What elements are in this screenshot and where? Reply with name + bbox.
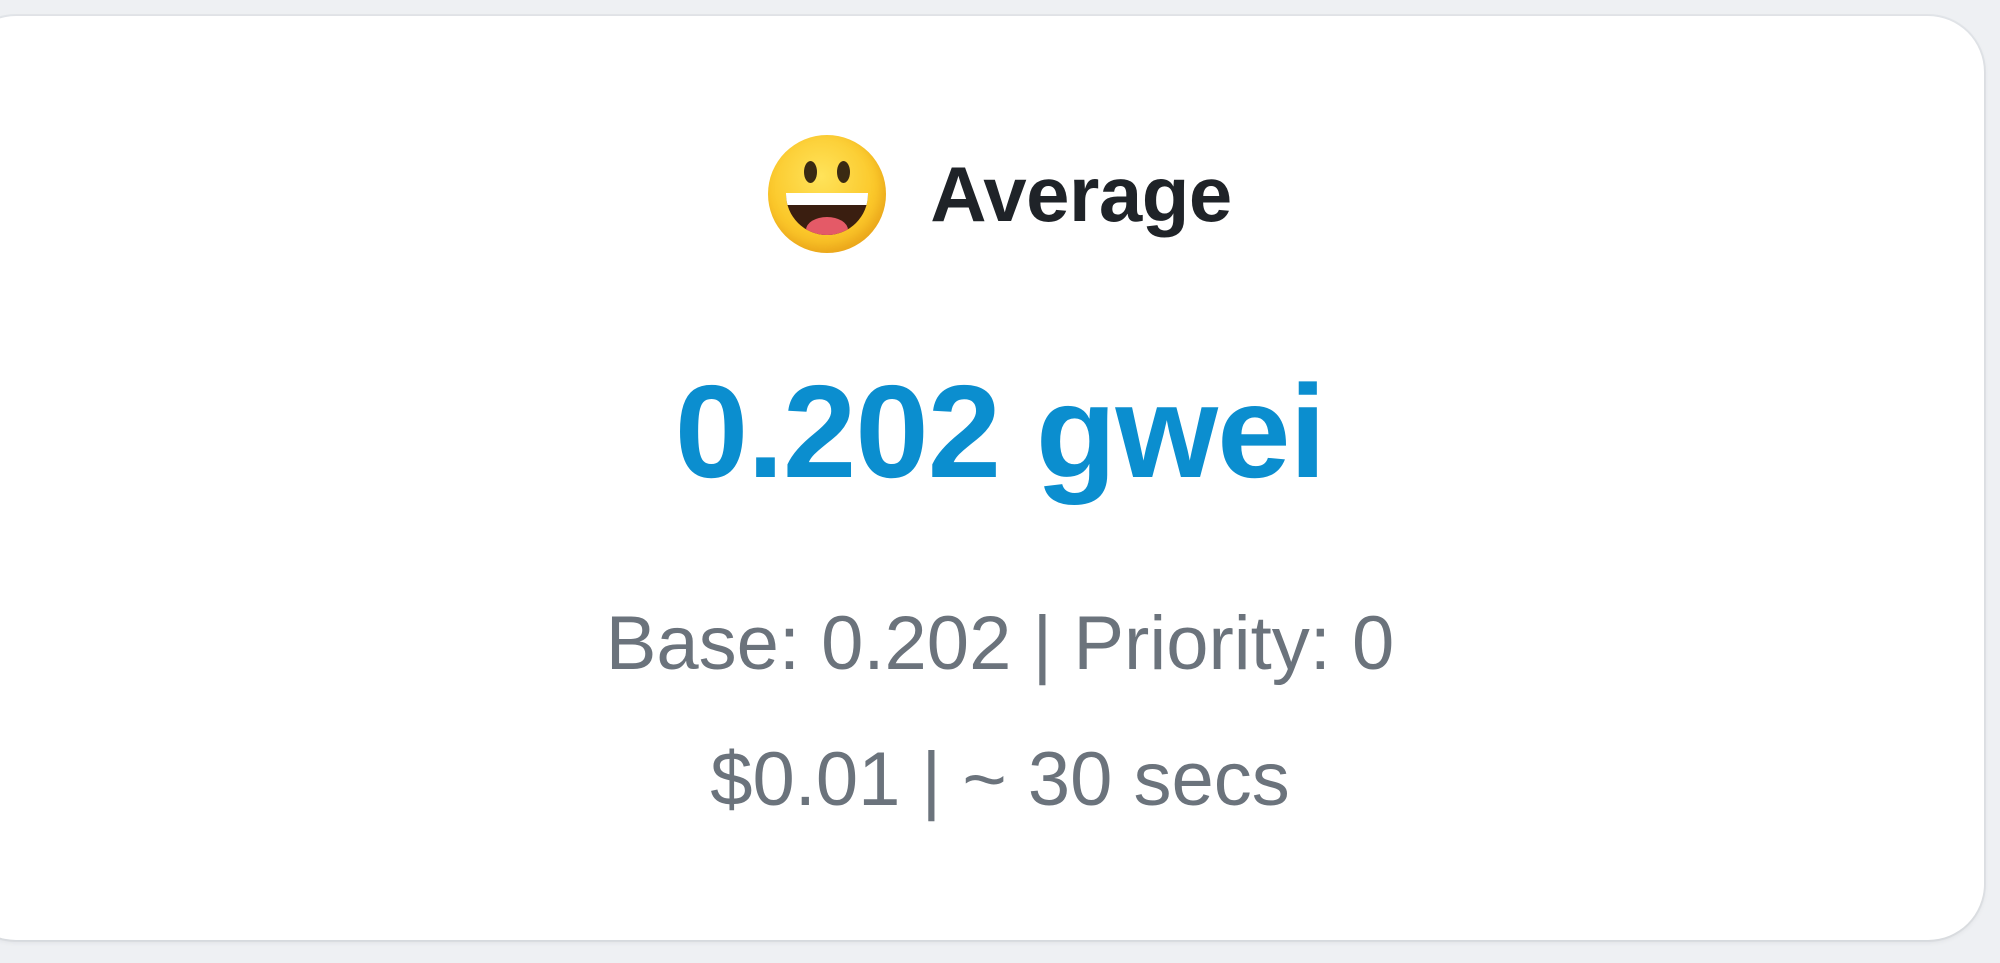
- grinning-face-icon: [768, 135, 887, 253]
- card-header: Average: [0, 134, 2000, 254]
- gas-tier-card-average[interactable]: Average 0.202 gwei Base: 0.202 | Priorit…: [0, 16, 1984, 940]
- emoji-teeth: [786, 193, 869, 205]
- emoji-mouth: [786, 193, 869, 235]
- emoji-eye-right: [837, 161, 851, 183]
- cost-and-time-estimate: $0.01 | ~ 30 secs: [710, 737, 1290, 822]
- emoji-eye-left: [804, 161, 818, 183]
- emoji-tongue: [806, 217, 849, 235]
- gas-price-value: 0.202 gwei: [674, 358, 1326, 505]
- tier-title: Average: [930, 149, 1232, 238]
- base-priority-breakdown: Base: 0.202 | Priority: 0: [605, 601, 1395, 686]
